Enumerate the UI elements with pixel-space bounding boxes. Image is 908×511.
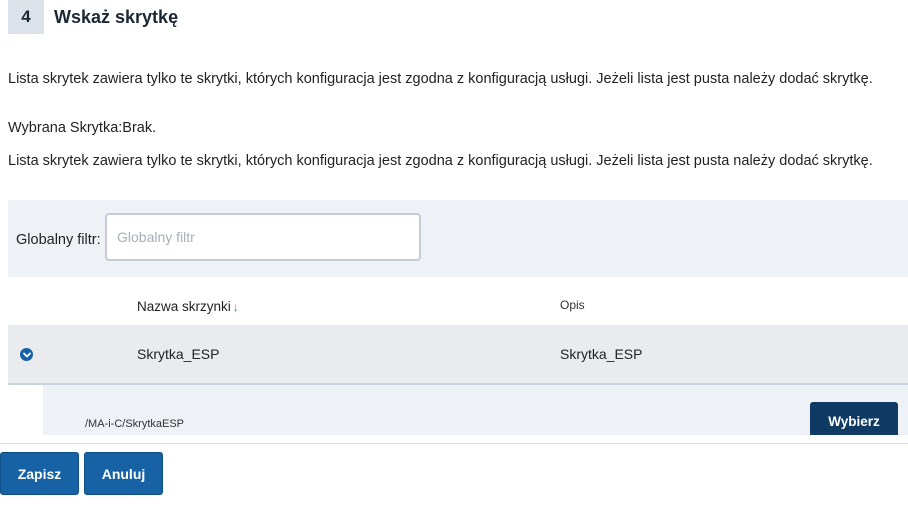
column-header-description[interactable]: Opis (560, 298, 585, 312)
save-button[interactable]: Zapisz (0, 452, 79, 495)
row-mailbox-description: Skrytka_ESP (560, 346, 643, 362)
table-row[interactable]: Skrytka_ESP Skrytka_ESP (8, 325, 908, 385)
step-header: 4 Wskaż skrytkę (8, 0, 178, 34)
row-mailbox-name: Skrytka_ESP (137, 346, 220, 362)
row-expansion: /MA-i-C/SkrytkaESP Wybierz (43, 385, 908, 435)
filter-panel: Globalny filtr: (8, 200, 908, 277)
mailbox-path: /MA-i-C/SkrytkaESP (85, 418, 185, 430)
sort-desc-icon: ↓ (232, 300, 239, 314)
chevron-down-icon (22, 352, 31, 357)
step-title: Wskaż skrytkę (54, 6, 179, 27)
table-header: Nazwa skrzynki ↓ Opis (8, 278, 908, 324)
info-text-1: Lista skrytek zawiera tylko te skrytki, … (8, 71, 873, 87)
selected-mailbox-text: Wybrana Skrytka:Brak. (8, 120, 157, 136)
expand-row-icon[interactable] (20, 348, 33, 361)
global-filter-input[interactable] (105, 213, 421, 261)
column-header-name-label: Nazwa skrzynki (137, 299, 231, 314)
cancel-button[interactable]: Anuluj (84, 452, 163, 495)
select-mailbox-button[interactable]: Wybierz (810, 402, 898, 435)
info-text-2: Lista skrytek zawiera tylko te skrytki, … (8, 153, 873, 169)
column-header-name[interactable]: Nazwa skrzynki ↓ (137, 299, 239, 314)
footer-divider (0, 443, 908, 444)
step-number: 4 (8, 0, 44, 34)
global-filter-label: Globalny filtr: (16, 232, 101, 248)
